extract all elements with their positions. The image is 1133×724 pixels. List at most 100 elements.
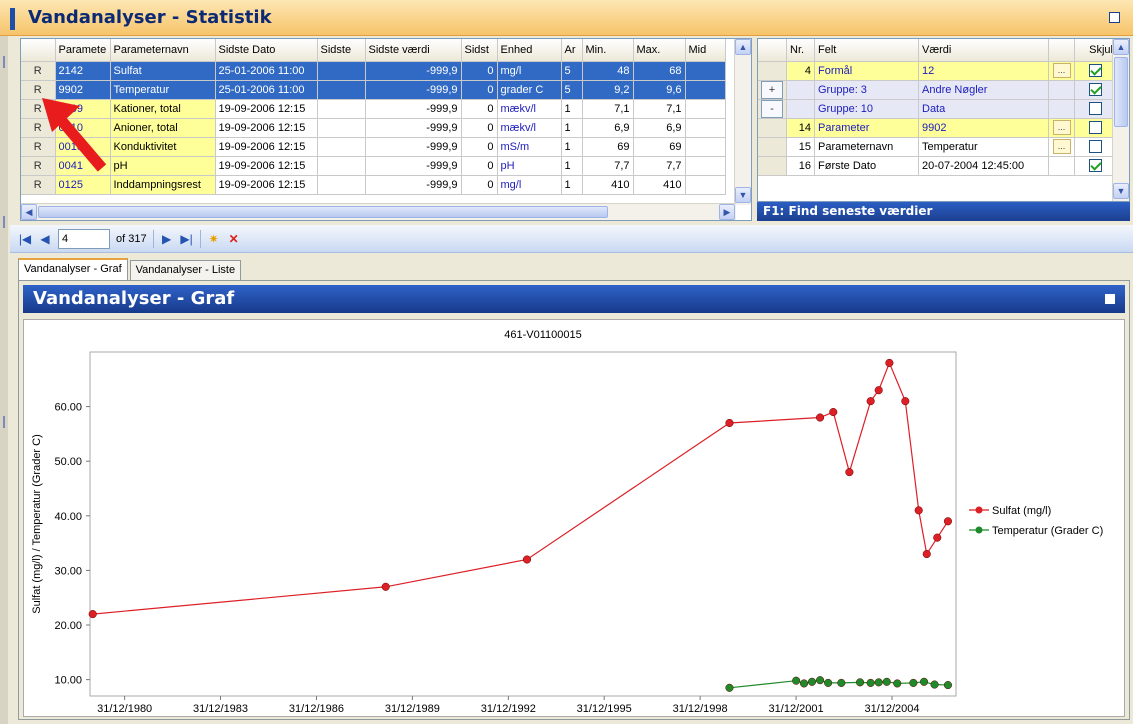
cell-felt[interactable]: Gruppe: 3 — [814, 80, 919, 100]
cell-s1[interactable] — [317, 99, 366, 119]
cell-mid[interactable] — [685, 137, 726, 157]
header-col-4[interactable]: Sidste værdi — [365, 39, 462, 62]
record-position-input[interactable] — [58, 228, 110, 249]
cell-date[interactable]: 19-09-2006 12:15 — [215, 137, 318, 157]
cell-value[interactable]: -999,9 — [365, 175, 462, 195]
cell-felt[interactable]: Gruppe: 10 — [814, 99, 919, 119]
cell-name[interactable]: Sulfat — [110, 61, 216, 81]
table-row[interactable]: R 0015 Konduktivitet 19-09-2006 12:15 -999,9… — [21, 137, 726, 157]
scroll-down-icon[interactable]: ▼ — [1113, 183, 1129, 199]
row-selector[interactable] — [758, 61, 787, 81]
row-selector[interactable] — [758, 156, 787, 176]
cell-mid[interactable] — [685, 80, 726, 100]
chart[interactable]: 461-V01100015 10.00 20.00 30.00 40.00 50.00 60… — [23, 319, 1125, 717]
field-row[interactable]: 4 Formål 12... — [758, 61, 1117, 81]
horizontal-scroll-thumb[interactable] — [38, 206, 608, 218]
row-selector[interactable] — [758, 118, 787, 138]
cell-min[interactable]: 7,7 — [582, 156, 634, 176]
new-record-icon[interactable]: ✷ — [207, 232, 221, 246]
cell-s1[interactable] — [317, 61, 366, 81]
cell-min[interactable]: 9,2 — [582, 80, 634, 100]
table-row[interactable]: R 0125 Inddampningsrest 19-09-2006 12:15 -99… — [21, 175, 726, 195]
row-selector[interactable]: R — [21, 61, 56, 81]
cell-name[interactable]: Temperatur — [110, 80, 216, 100]
cell-mid[interactable] — [685, 118, 726, 138]
cell-unit[interactable]: mækv/l — [497, 99, 562, 119]
cell-s2[interactable]: 0 — [461, 99, 498, 119]
cell-max[interactable]: 6,9 — [633, 118, 686, 138]
cell-min[interactable]: 7,1 — [582, 99, 634, 119]
cell-ar[interactable]: 1 — [561, 175, 583, 195]
ellipsis-button[interactable]: ... — [1052, 63, 1071, 78]
hide-checkbox[interactable] — [1089, 83, 1102, 96]
cell-nr[interactable] — [786, 99, 815, 119]
cell-name[interactable]: pH — [110, 156, 216, 176]
cell-value[interactable]: -999,9 — [365, 137, 462, 157]
header-col-8[interactable]: Min. — [582, 39, 634, 62]
header-felt[interactable]: Felt — [814, 39, 919, 62]
collapse-group-icon[interactable]: - — [761, 99, 783, 117]
cell-s2[interactable]: 0 — [461, 156, 498, 176]
cell-max[interactable]: 68 — [633, 61, 686, 81]
hide-checkbox[interactable] — [1089, 140, 1102, 153]
cell-max[interactable]: 410 — [633, 175, 686, 195]
cell-max[interactable]: 69 — [633, 137, 686, 157]
hide-checkbox[interactable] — [1089, 121, 1102, 134]
cell-vaerdi[interactable]: 20-07-2004 12:45:00 — [918, 156, 1049, 176]
cell-nr[interactable]: 16 — [786, 156, 815, 176]
graph-maximize-button[interactable] — [1105, 294, 1115, 304]
expand-group-icon[interactable]: + — [761, 80, 783, 98]
cell-name[interactable]: Anioner, total — [110, 118, 216, 138]
scroll-up-icon[interactable]: ▲ — [1113, 39, 1129, 55]
cell-unit[interactable]: mg/l — [497, 175, 562, 195]
cell-min[interactable]: 48 — [582, 61, 634, 81]
cell-s1[interactable] — [317, 156, 366, 176]
last-record-icon[interactable]: ▶| — [180, 232, 194, 246]
ellipsis-button[interactable]: ... — [1052, 120, 1071, 135]
table-row[interactable]: R 9902 Temperatur 25-01-2006 11:00 -999,9 0 gr… — [21, 80, 726, 100]
ellipsis-button[interactable]: ... — [1052, 139, 1071, 154]
cell-date[interactable]: 19-09-2006 12:15 — [215, 99, 318, 119]
cell-mid[interactable] — [685, 175, 726, 195]
cell-ar[interactable]: 5 — [561, 61, 583, 81]
cell-code[interactable]: 2142 — [55, 61, 111, 81]
field-row[interactable]: + Gruppe: 3 Andre Nøgler — [758, 80, 1117, 100]
field-row[interactable]: 15 Parameternavn Temperatur... — [758, 137, 1117, 157]
cell-s1[interactable] — [317, 118, 366, 138]
cell-nr[interactable] — [786, 80, 815, 100]
header-col-6[interactable]: Enhed — [497, 39, 562, 62]
cell-value[interactable]: -999,9 — [365, 61, 462, 81]
row-selector[interactable]: R — [21, 175, 56, 195]
cell-max[interactable]: 7,7 — [633, 156, 686, 176]
cell-unit[interactable]: mS/m — [497, 137, 562, 157]
cell-vaerdi[interactable]: 9902 — [918, 118, 1049, 138]
cell-date[interactable]: 19-09-2006 12:15 — [215, 175, 318, 195]
hide-checkbox[interactable] — [1089, 159, 1102, 172]
cell-min[interactable]: 410 — [582, 175, 634, 195]
cell-nr[interactable]: 15 — [786, 137, 815, 157]
vertical-scroll-thumb[interactable] — [1114, 57, 1128, 127]
row-selector[interactable] — [758, 137, 787, 157]
cell-nr[interactable]: 14 — [786, 118, 815, 138]
header-col-5[interactable]: Sidst — [461, 39, 498, 62]
cell-unit[interactable]: mg/l — [497, 61, 562, 81]
field-row[interactable]: 16 Første Dato 20-07-2004 12:45:00 — [758, 156, 1117, 176]
scroll-up-icon[interactable]: ▲ — [735, 39, 751, 55]
cell-date[interactable]: 25-01-2006 11:00 — [215, 61, 318, 81]
header-col-3[interactable]: Sidste — [317, 39, 366, 62]
cell-s2[interactable]: 0 — [461, 61, 498, 81]
cell-value[interactable]: -999,9 — [365, 80, 462, 100]
field-row[interactable]: 14 Parameter 9902... — [758, 118, 1117, 138]
cell-unit[interactable]: mækv/l — [497, 118, 562, 138]
cell-ar[interactable]: 1 — [561, 137, 583, 157]
delete-record-icon[interactable]: ✕ — [227, 232, 241, 246]
cell-max[interactable]: 7,1 — [633, 99, 686, 119]
header-col-2[interactable]: Sidste Dato — [215, 39, 318, 62]
tab-liste[interactable]: Vandanalyser - Liste — [129, 260, 242, 280]
cell-vaerdi[interactable]: Andre Nøgler — [918, 80, 1049, 100]
cell-mid[interactable] — [685, 156, 726, 176]
cell-min[interactable]: 69 — [582, 137, 634, 157]
table-row[interactable]: R0009Kationer, total19-09-2006 12:15-999… — [21, 99, 726, 119]
cell-s1[interactable] — [317, 137, 366, 157]
cell-name[interactable]: Inddampningsrest — [110, 175, 216, 195]
